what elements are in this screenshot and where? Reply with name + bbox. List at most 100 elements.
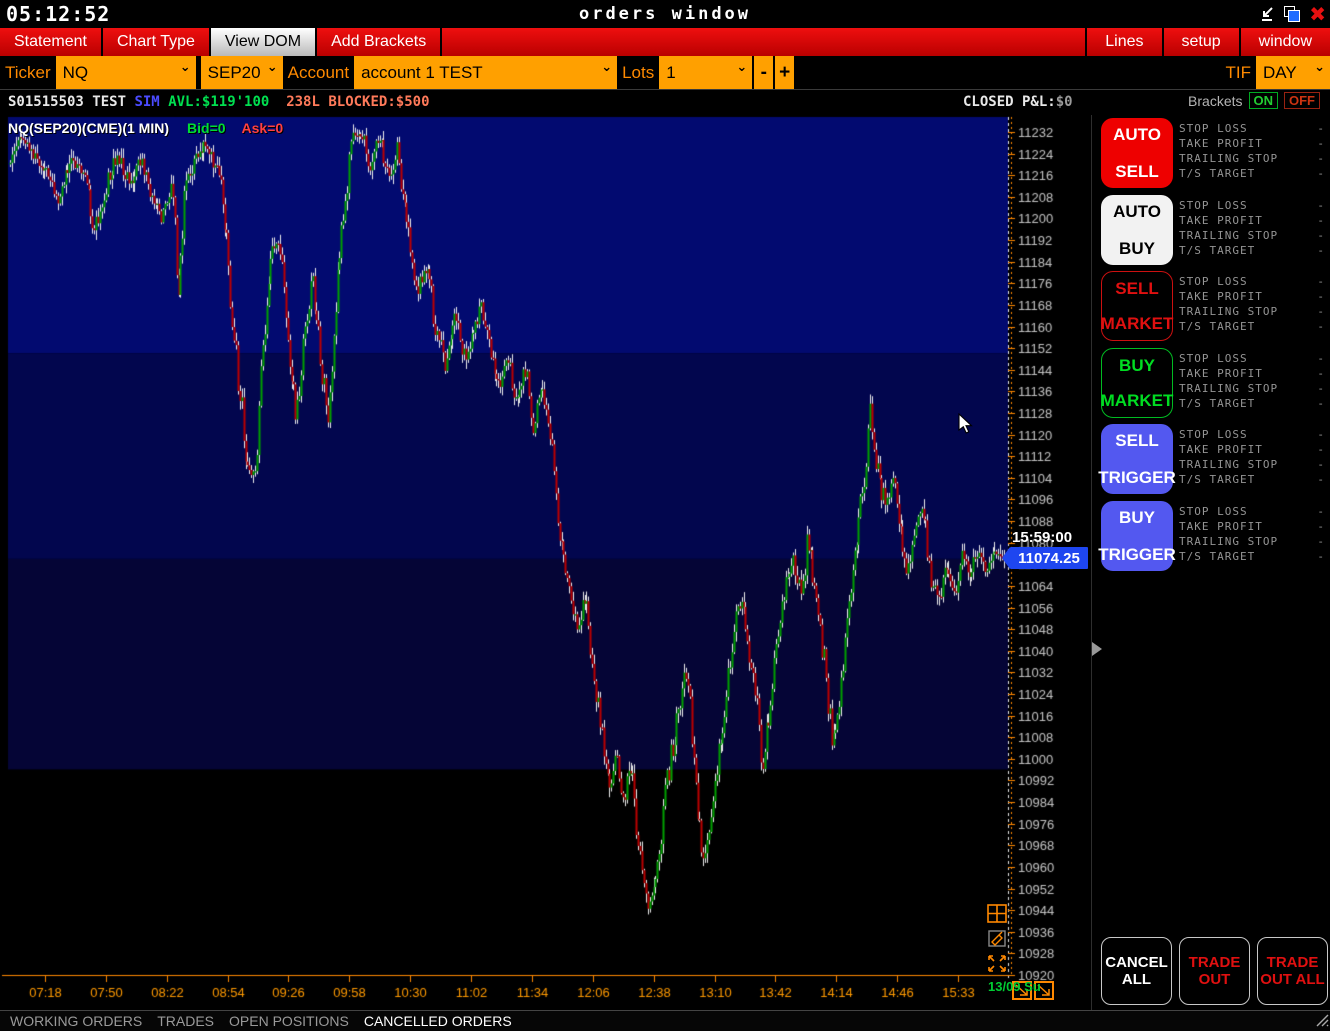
lots-label: Lots xyxy=(617,56,659,89)
lots-select[interactable]: 1⌄ xyxy=(659,56,752,89)
buy-market-button[interactable]: BUYMARKET xyxy=(1101,348,1173,418)
bracket-value[interactable]: - xyxy=(1317,243,1325,258)
auto-sell-button[interactable]: AUTOSELL xyxy=(1101,118,1173,188)
bracket-value[interactable]: - xyxy=(1317,121,1325,136)
bracket-label: TRAILING STOP xyxy=(1179,151,1278,166)
brackets-off-button[interactable]: OFF xyxy=(1284,92,1320,109)
menu-bar: StatementChart TypeView DOMAdd Brackets … xyxy=(0,28,1330,56)
bracket-value[interactable]: - xyxy=(1317,136,1325,151)
order-button-label: BUY xyxy=(1119,239,1155,259)
bracket-label: TAKE PROFIT xyxy=(1179,442,1263,457)
bracket-value[interactable]: - xyxy=(1317,549,1325,564)
bracket-settings: STOP LOSS-TAKE PROFIT-TRAILING STOP-T/S … xyxy=(1179,121,1325,181)
ticker-select[interactable]: NQ⌄ xyxy=(56,56,196,89)
bracket-line-trailing-stop: TRAILING STOP- xyxy=(1179,228,1325,243)
bracket-value[interactable]: - xyxy=(1317,381,1325,396)
order-button-label: AUTO xyxy=(1113,125,1161,145)
bottom-tabs: WORKING ORDERS TRADES OPEN POSITIONS CANCEL… xyxy=(10,1013,512,1029)
sell-trigger-button[interactable]: SELLTRIGGER xyxy=(1101,424,1173,494)
bracket-value[interactable]: - xyxy=(1317,472,1325,487)
menu-spacer xyxy=(442,28,1085,56)
tab-open-positions[interactable]: OPEN POSITIONS xyxy=(229,1013,349,1029)
menu-item-setup[interactable]: setup xyxy=(1162,28,1239,56)
current-price-arrow-icon xyxy=(1092,642,1102,656)
account-label: Account xyxy=(283,56,354,89)
lots-increment-button[interactable]: + xyxy=(773,56,794,89)
menu-bar-right: Linessetupwindow xyxy=(1085,28,1330,56)
lots-decrement-button[interactable]: - xyxy=(752,56,773,89)
order-button-label: MARKET xyxy=(1101,391,1174,411)
bracket-line-stop-loss: STOP LOSS - xyxy=(1179,504,1325,519)
bracket-value[interactable]: - xyxy=(1317,304,1325,319)
bracket-line-take-profit: TAKE PROFIT- xyxy=(1179,213,1325,228)
panel-footer: CANCEL ALLTRADE OUTTRADE OUT ALL xyxy=(1101,937,1328,1005)
order-row-buy-market: BUYMARKETSTOP LOSS-TAKE PROFIT-TRAILING … xyxy=(1095,348,1330,418)
bracket-value[interactable]: - xyxy=(1317,351,1325,366)
bracket-value[interactable]: - xyxy=(1317,198,1325,213)
contract-select[interactable]: SEP20⌄ xyxy=(201,56,283,89)
bracket-value[interactable]: - xyxy=(1317,504,1325,519)
bracket-line-take-profit: TAKE PROFIT- xyxy=(1179,519,1325,534)
bracket-value[interactable]: - xyxy=(1317,228,1325,243)
bracket-label: STOP LOSS xyxy=(1179,351,1248,366)
bottom-tab-bar: WORKING ORDERS TRADES OPEN POSITIONS CANCEL… xyxy=(0,1010,1330,1031)
bracket-value[interactable]: - xyxy=(1317,457,1325,472)
mouse-cursor xyxy=(955,413,975,440)
bracket-line-t-s-target: T/S TARGET- xyxy=(1179,243,1325,258)
bracket-value[interactable]: - xyxy=(1317,442,1325,457)
bracket-value[interactable]: - xyxy=(1317,289,1325,304)
chevron-down-icon: ⌄ xyxy=(180,60,191,75)
sell-market-button[interactable]: SELLMARKET xyxy=(1101,271,1173,341)
menu-item-view-dom[interactable]: View DOM xyxy=(211,28,317,56)
price-chart-canvas[interactable] xyxy=(0,115,1091,1010)
brackets-label: Brackets xyxy=(1188,93,1242,109)
bracket-value[interactable]: - xyxy=(1317,534,1325,549)
bracket-line-t-s-target: T/S TARGET- xyxy=(1179,319,1325,334)
bracket-label: TAKE PROFIT xyxy=(1179,366,1263,381)
bracket-value[interactable]: - xyxy=(1317,274,1325,289)
close-icon[interactable]: ✖ xyxy=(1309,4,1326,24)
cancel-all-button[interactable]: CANCEL ALL xyxy=(1101,937,1172,1005)
auto-buy-button[interactable]: AUTOBUY xyxy=(1101,195,1173,265)
bracket-value[interactable]: - xyxy=(1317,213,1325,228)
bracket-value[interactable]: - xyxy=(1317,166,1325,181)
bracket-line-stop-loss: STOP LOSS- xyxy=(1179,427,1325,442)
tab-cancelled-orders[interactable]: CANCELLED ORDERS xyxy=(364,1013,512,1029)
menu-item-add-brackets[interactable]: Add Brackets xyxy=(317,28,442,56)
tab-working-orders[interactable]: WORKING ORDERS xyxy=(10,1013,142,1029)
brackets-on-button[interactable]: ON xyxy=(1249,92,1279,109)
tab-trades[interactable]: TRADES xyxy=(157,1013,214,1029)
toolbar-spacer xyxy=(794,56,1220,89)
bracket-line-take-profit: TAKE PROFIT- xyxy=(1179,289,1325,304)
bracket-value[interactable]: - xyxy=(1317,319,1325,334)
order-row-sell-trigger: SELLTRIGGERSTOP LOSS-TAKE PROFIT-TRAILIN… xyxy=(1095,424,1330,494)
buy-trigger-button[interactable]: BUYTRIGGER xyxy=(1101,501,1173,571)
bracket-value[interactable]: - xyxy=(1317,427,1325,442)
account-id: S01515503 TEST xyxy=(8,94,126,110)
bracket-value[interactable]: - xyxy=(1317,519,1325,534)
bracket-value[interactable]: - xyxy=(1317,366,1325,381)
tif-select[interactable]: DAY⌄ xyxy=(1256,56,1330,89)
menu-item-window[interactable]: window xyxy=(1239,28,1330,56)
bracket-value[interactable]: - xyxy=(1317,396,1325,411)
bracket-line-stop-loss: STOP LOSS- xyxy=(1179,198,1325,213)
trade-out-button[interactable]: TRADE OUT xyxy=(1179,937,1250,1005)
draw-tool-icon[interactable] xyxy=(986,928,1008,949)
menu-item-statement[interactable]: Statement xyxy=(0,28,103,56)
trade-out-all-button[interactable]: TRADE OUT ALL xyxy=(1257,937,1328,1005)
menu-item-chart-type[interactable]: Chart Type xyxy=(103,28,211,56)
resize-grip-icon[interactable] xyxy=(1313,1011,1329,1030)
bracket-line-t-s-target: T/S TARGET- xyxy=(1179,166,1325,181)
maximize-icon[interactable] xyxy=(1284,6,1301,23)
bracket-line-stop-loss: STOP LOSS- xyxy=(1179,121,1325,136)
grid-tool-icon[interactable] xyxy=(986,903,1008,924)
bracket-settings: STOP LOSS-TAKE PROFIT-TRAILING STOP-T/S … xyxy=(1179,351,1325,411)
bracket-value[interactable]: - xyxy=(1317,151,1325,166)
expand-tool-icon[interactable] xyxy=(986,953,1008,974)
menu-item-lines[interactable]: Lines xyxy=(1085,28,1161,56)
toolbar: Ticker NQ⌄ SEP20⌄ Account account 1 TEST… xyxy=(0,56,1330,90)
bracket-label: STOP LOSS xyxy=(1179,504,1248,519)
account-select[interactable]: account 1 TEST⌄ xyxy=(354,56,617,89)
minimize-icon[interactable] xyxy=(1259,6,1276,23)
brackets-toggle: Brackets ON OFF xyxy=(1188,92,1320,109)
